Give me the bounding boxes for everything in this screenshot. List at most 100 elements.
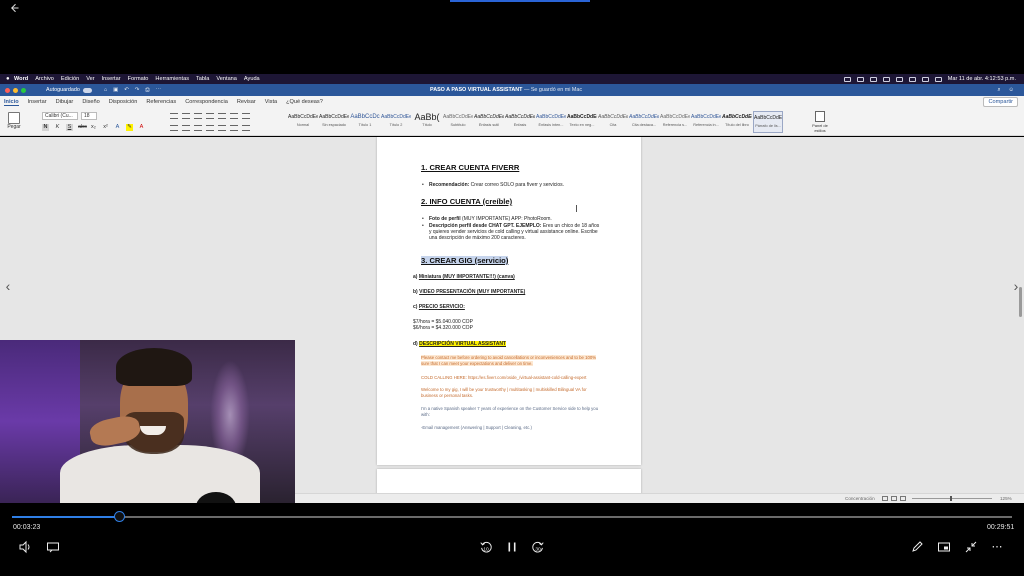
- document-page-next[interactable]: [377, 469, 641, 493]
- redo-icon[interactable]: ↷: [135, 87, 140, 94]
- tab-diseno[interactable]: Diseño: [82, 99, 99, 105]
- share-button[interactable]: Compartir: [983, 97, 1018, 107]
- status-control-center-icon[interactable]: [934, 76, 942, 82]
- increase-indent-icon[interactable]: [218, 113, 226, 119]
- menu-app-name[interactable]: Word: [14, 76, 28, 82]
- align-center-icon[interactable]: [182, 125, 190, 131]
- minimize-window-icon[interactable]: [13, 87, 18, 93]
- shading-icon[interactable]: [230, 125, 238, 131]
- style-enfasis[interactable]: AaBbCcDdEe Énfasis: [505, 111, 535, 133]
- skip-back-10-icon[interactable]: 10: [478, 540, 494, 554]
- font-name-select[interactable]: Calibri (Cu...: [42, 112, 78, 120]
- style-parrafo-lista[interactable]: AaBbCcDdEe Párrafo de lis...: [753, 111, 783, 133]
- sort-icon[interactable]: [230, 113, 238, 119]
- seek-bar[interactable]: [12, 516, 1012, 518]
- status-cast-icon[interactable]: [856, 76, 864, 82]
- skip-forward-30-icon[interactable]: 30: [530, 540, 546, 554]
- web-layout-icon[interactable]: [891, 496, 897, 501]
- justify-icon[interactable]: [206, 125, 214, 131]
- undo-icon[interactable]: ↶: [124, 87, 129, 94]
- apple-icon[interactable]: ●: [6, 76, 14, 82]
- menu-insertar[interactable]: Insertar: [102, 76, 121, 82]
- menu-ayuda[interactable]: Ayuda: [244, 76, 260, 82]
- status-screen-icon[interactable]: [843, 76, 851, 82]
- numbering-icon[interactable]: [182, 113, 190, 119]
- zoom-slider-handle[interactable]: [950, 496, 952, 501]
- captions-icon[interactable]: [46, 540, 60, 554]
- previous-slide-chevron-icon[interactable]: ‹: [2, 279, 14, 293]
- font-size-select[interactable]: 18: [81, 112, 97, 120]
- style-subtitulo[interactable]: AaBbCcDdEe Subtítulo: [443, 111, 473, 133]
- menu-edicion[interactable]: Edición: [61, 76, 79, 82]
- tab-inicio[interactable]: Inicio: [4, 99, 19, 106]
- autosave-control[interactable]: Autoguardado: [46, 87, 92, 93]
- tab-correspondencia[interactable]: Correspondencia: [185, 99, 228, 105]
- tab-revisar[interactable]: Revisar: [237, 99, 256, 105]
- style-enfasis-intenso[interactable]: AaBbCcDdEe Énfasis inten...: [536, 111, 566, 133]
- menu-clock[interactable]: Mar 11 de abr. 4:12:53 p.m.: [948, 76, 1016, 82]
- menu-formato[interactable]: Formato: [128, 76, 149, 82]
- menu-tabla[interactable]: Tabla: [196, 76, 209, 82]
- menu-ver[interactable]: Ver: [86, 76, 94, 82]
- pilcrow-icon[interactable]: [242, 113, 250, 119]
- tab-referencias[interactable]: Referencias: [146, 99, 176, 105]
- align-left-icon[interactable]: [170, 125, 178, 131]
- style-titulo-libro[interactable]: AaBbCcDdEe Título del libro: [722, 111, 752, 133]
- multilevel-list-icon[interactable]: [194, 113, 202, 119]
- autosave-toggle[interactable]: [82, 87, 92, 93]
- bullets-icon[interactable]: [170, 113, 178, 119]
- bold-icon[interactable]: N: [42, 124, 49, 131]
- tab-insertar[interactable]: Insertar: [28, 99, 47, 105]
- next-slide-chevron-icon[interactable]: ›: [1010, 279, 1022, 293]
- more-options-icon[interactable]: ⋯: [990, 540, 1004, 554]
- style-referencia-sutil[interactable]: AaBbCcDdEe Referencia s...: [660, 111, 690, 133]
- font-color-icon[interactable]: A: [138, 124, 145, 131]
- style-titulo[interactable]: AaBb(Título: [412, 111, 442, 133]
- italic-icon[interactable]: K: [54, 124, 61, 131]
- status-wifi-icon[interactable]: [908, 76, 916, 82]
- line-spacing-icon[interactable]: [218, 125, 226, 131]
- exit-fullscreen-icon[interactable]: [964, 540, 978, 554]
- print-layout-icon[interactable]: [882, 496, 888, 501]
- superscript-icon[interactable]: x²: [102, 124, 109, 131]
- highlight-icon[interactable]: ✎: [126, 124, 133, 131]
- style-texto-negrita[interactable]: AaBbCcDdEe Texto en neg...: [567, 111, 597, 133]
- decrease-indent-icon[interactable]: [206, 113, 214, 119]
- tell-me-field[interactable]: ¿Qué deseas?: [286, 99, 323, 105]
- pen-icon[interactable]: [910, 540, 924, 554]
- style-cita-destacada[interactable]: AaBbCcDdEe Cita destaca...: [629, 111, 659, 133]
- pause-icon[interactable]: [505, 540, 519, 554]
- home-icon[interactable]: ⌂: [104, 87, 107, 94]
- zoom-slider[interactable]: [912, 498, 992, 499]
- outline-icon[interactable]: [900, 496, 906, 501]
- style-sin-espaciado[interactable]: AaBbCcDdEe Sin espaciado: [319, 111, 349, 133]
- status-search-icon[interactable]: [921, 76, 929, 82]
- style-referencia-intensa[interactable]: AaBbCcDdEe Referencia in...: [691, 111, 721, 133]
- style-titulo-2[interactable]: AaBbCcDdEe Título 2: [381, 111, 411, 133]
- style-normal[interactable]: AaBbCcDdEe Normal: [288, 111, 318, 133]
- status-battery-icon[interactable]: [895, 76, 903, 82]
- status-app-icon[interactable]: [869, 76, 877, 82]
- status-volume-icon[interactable]: [882, 76, 890, 82]
- back-arrow-icon[interactable]: [8, 2, 24, 18]
- strikethrough-icon[interactable]: abc: [78, 124, 87, 131]
- subscript-icon[interactable]: x₂: [90, 124, 97, 131]
- borders-icon[interactable]: [242, 125, 250, 131]
- seek-handle[interactable]: [114, 511, 125, 522]
- miniplayer-icon[interactable]: [937, 540, 951, 554]
- styles-panel-button[interactable]: Panel de estilos: [810, 111, 830, 133]
- tab-dibujar[interactable]: Dibujar: [56, 99, 74, 105]
- document-page[interactable]: 1. CREAR CUENTA FIVERR Recomendación: Cr…: [377, 137, 641, 465]
- align-right-icon[interactable]: [194, 125, 202, 131]
- search-icon[interactable]: ⌕: [997, 87, 1000, 94]
- tab-disposicion[interactable]: Disposición: [109, 99, 138, 105]
- style-cita[interactable]: AaBbCcDdEe Cita: [598, 111, 628, 133]
- style-titulo-1[interactable]: AaBbCcDc Título 1: [350, 111, 380, 133]
- zoom-window-icon[interactable]: [21, 87, 26, 93]
- menu-herramientas[interactable]: Herramientas: [155, 76, 189, 82]
- tab-vista[interactable]: Vista: [265, 99, 277, 105]
- underline-icon[interactable]: S: [66, 124, 73, 131]
- print-icon[interactable]: ⎙: [145, 87, 149, 94]
- text-effects-icon[interactable]: A: [114, 124, 121, 131]
- menu-ventana[interactable]: Ventana: [216, 76, 237, 82]
